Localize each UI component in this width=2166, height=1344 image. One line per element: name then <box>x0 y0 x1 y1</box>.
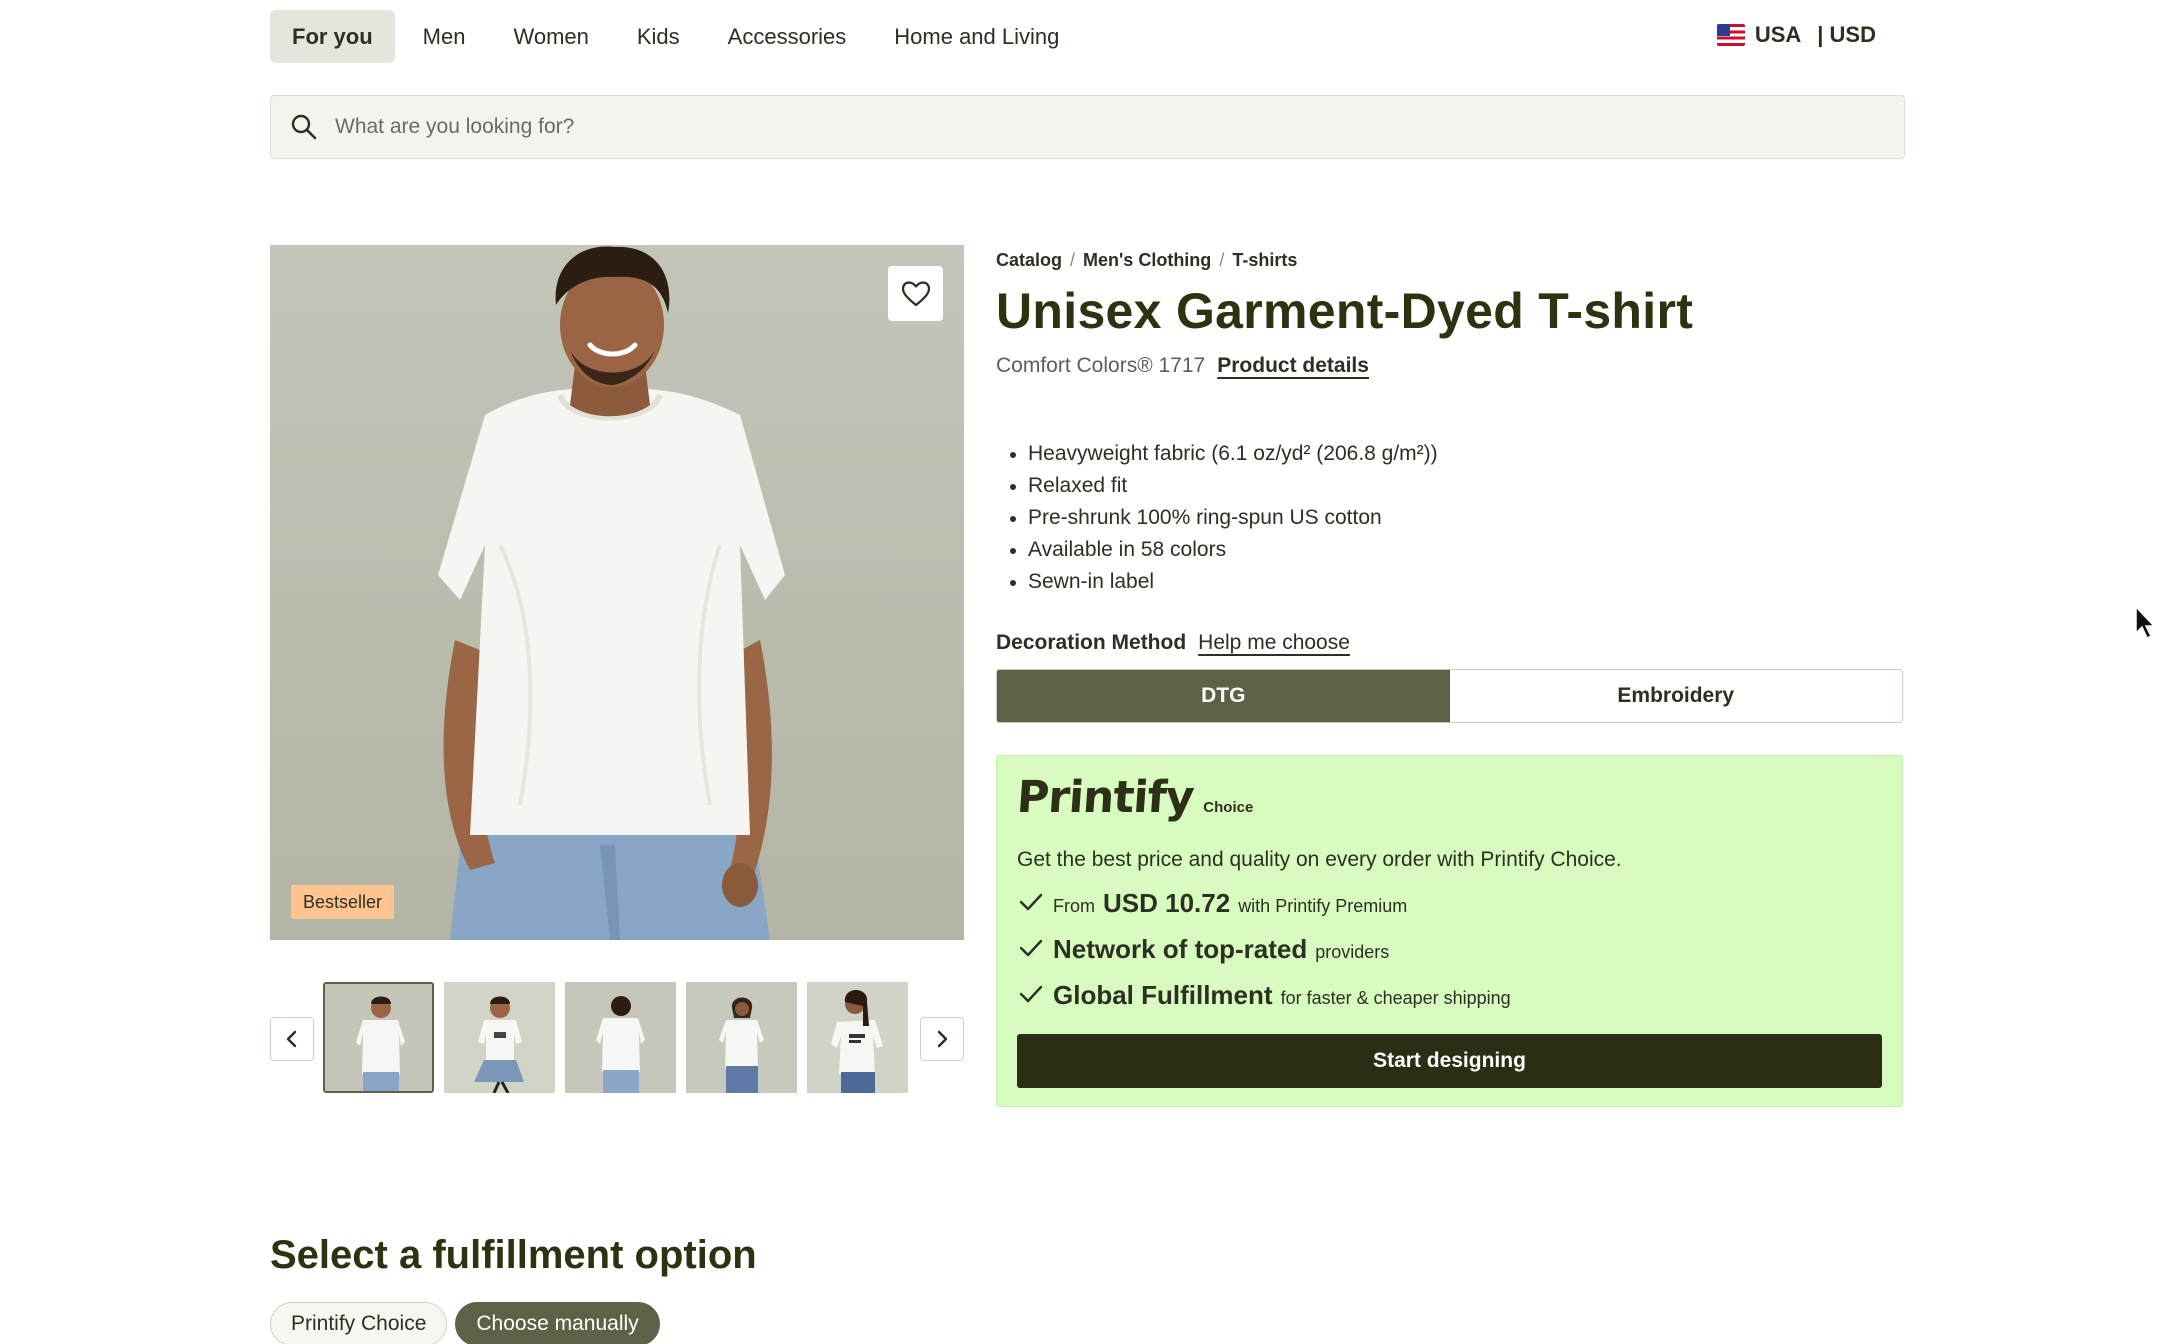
feature-item: Relaxed fit <box>1010 470 1438 502</box>
feature-item: Sewn-in label <box>1010 566 1438 598</box>
nav-item-for-you[interactable]: For you <box>270 10 395 63</box>
choice-intro-text: Get the best price and quality on every … <box>1017 848 1622 871</box>
perk-price-value: USD 10.72 <box>1103 888 1231 918</box>
perk-network-strong: Network of top-rated <box>1053 934 1308 964</box>
product-details-link[interactable]: Product details <box>1217 354 1369 378</box>
breadcrumb-mens-clothing[interactable]: Men's Clothing <box>1083 250 1211 271</box>
search-icon <box>291 114 317 140</box>
fulfillment-option-printify-choice[interactable]: Printify Choice <box>270 1302 448 1344</box>
thumbnail-next-button[interactable] <box>920 1017 964 1061</box>
thumbnail-strip <box>323 982 908 1093</box>
product-brand: Comfort Colors® 1717 <box>996 354 1206 377</box>
product-subtitle: Comfort Colors® 1717 Product details <box>996 354 1369 378</box>
nav-item-men[interactable]: Men <box>403 10 486 63</box>
category-nav: For you Men Women Kids Accessories Home … <box>270 10 1087 63</box>
printify-choice-logo: Printify Choice <box>1015 772 1254 823</box>
locale-currency: | USD <box>1817 22 1876 47</box>
feature-item: Available in 58 colors <box>1010 534 1438 566</box>
locale-selector[interactable]: USA | USD <box>1716 22 1876 48</box>
perk-network: Network of top-rated providers <box>1017 934 1389 965</box>
perk-network-post: providers <box>1315 942 1390 962</box>
search-input[interactable] <box>335 115 1835 139</box>
perk-price-post: with Printify Premium <box>1238 896 1408 916</box>
decoration-option-embroidery[interactable]: Embroidery <box>1450 670 1903 722</box>
printify-logo-tag: Choice <box>1203 799 1254 816</box>
fulfillment-title: Select a fulfillment option <box>270 1233 757 1277</box>
printify-choice-card: Printify Choice Get the best price and q… <box>996 755 1903 1107</box>
bestseller-badge: Bestseller <box>291 885 395 919</box>
thumbnail-seated[interactable] <box>444 982 555 1093</box>
favorite-button[interactable] <box>888 266 943 321</box>
feature-item: Heavyweight fabric (6.1 oz/yd² (206.8 g/… <box>1010 438 1438 470</box>
check-icon <box>1019 985 1043 1003</box>
thumbnail-prev-button[interactable] <box>270 1017 314 1061</box>
decoration-option-dtg[interactable]: DTG <box>997 670 1450 722</box>
nav-item-home-and-living[interactable]: Home and Living <box>874 10 1079 63</box>
feature-list: Heavyweight fabric (6.1 oz/yd² (206.8 g/… <box>1010 438 1438 598</box>
check-icon <box>1019 939 1043 957</box>
product-title: Unisex Garment-Dyed T-shirt <box>996 283 1694 339</box>
chevron-left-icon <box>286 1030 297 1048</box>
feature-item: Pre-shrunk 100% ring-spun US cotton <box>1010 502 1438 534</box>
us-flag-icon <box>1716 24 1745 46</box>
perk-price-pre: From <box>1053 896 1095 916</box>
fulfillment-option-choose-manually[interactable]: Choose manually <box>455 1302 660 1344</box>
decoration-method-header: Decoration Method Help me choose <box>996 631 1350 655</box>
heart-icon <box>901 280 930 306</box>
perk-price: From USD 10.72 with Printify Premium <box>1017 888 1407 919</box>
perk-global-strong: Global Fulfillment <box>1053 980 1273 1010</box>
perk-global-post: for faster & cheaper shipping <box>1280 988 1511 1008</box>
thumbnail-front-female[interactable] <box>686 982 797 1093</box>
nav-item-accessories[interactable]: Accessories <box>708 10 867 63</box>
product-main-image <box>270 245 964 940</box>
thumbnail-back[interactable] <box>565 982 676 1093</box>
breadcrumb: Catalog / Men's Clothing / T-shirts <box>996 250 1297 271</box>
start-designing-button[interactable]: Start designing <box>1017 1034 1882 1088</box>
locale-country: USA <box>1754 22 1802 47</box>
check-icon <box>1019 893 1043 911</box>
chevron-right-icon <box>937 1030 948 1048</box>
help-me-choose-link[interactable]: Help me choose <box>1198 631 1350 655</box>
perk-global: Global Fulfillment for faster & cheaper … <box>1017 980 1511 1011</box>
thumbnail-side-female[interactable] <box>807 982 908 1093</box>
decoration-method-toggle: DTG Embroidery <box>996 669 1903 723</box>
thumbnail-front[interactable] <box>323 982 434 1093</box>
search-bar <box>270 95 1905 159</box>
mouse-cursor-icon <box>2135 605 2156 640</box>
fulfillment-options: Printify Choice Choose manually <box>270 1302 660 1344</box>
breadcrumb-t-shirts[interactable]: T-shirts <box>1232 250 1297 271</box>
model-photo <box>438 246 785 940</box>
breadcrumb-separator: / <box>1070 250 1076 270</box>
breadcrumb-catalog[interactable]: Catalog <box>996 250 1062 271</box>
decoration-method-label: Decoration Method <box>996 631 1187 654</box>
printify-logo-word: Printify <box>1015 772 1196 823</box>
nav-item-kids[interactable]: Kids <box>617 10 700 63</box>
nav-item-women[interactable]: Women <box>493 10 608 63</box>
breadcrumb-separator: / <box>1219 250 1225 270</box>
